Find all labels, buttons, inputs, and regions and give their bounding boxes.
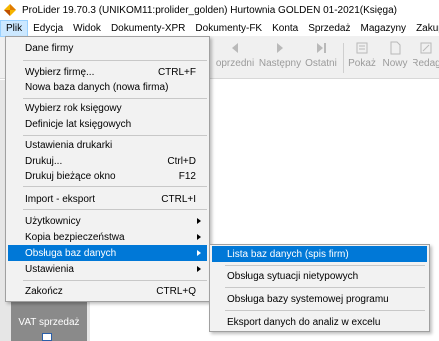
menu-item-wybierz-firme[interactable]: Wybierz firmę... CTRL+F	[8, 64, 207, 80]
submenu-arrow-icon	[197, 218, 201, 224]
menu-separator	[225, 310, 425, 311]
menu-item-label: Kopia bezpieczeństwa	[25, 231, 125, 243]
menu-item-obsluga-baz[interactable]: Obsługa baz danych	[8, 245, 207, 261]
next-label: Następny	[258, 58, 302, 69]
menu-item-ustawienia[interactable]: Ustawienia	[8, 261, 207, 277]
window-title: ProLider 19.70.3 (UNIKOM11:prolider_gold…	[22, 4, 397, 16]
menu-item-dane-firmy[interactable]: Dane firmy	[8, 40, 207, 56]
previous-button[interactable]: oprzedni	[210, 41, 260, 75]
menu-dokumenty-xpr[interactable]: Dokumenty-XPR	[106, 20, 190, 37]
menu-bar: Plik Edycja Widok Dokumenty-XPR Dokument…	[0, 19, 439, 37]
obsluga-baz-submenu: Lista baz danych (spis firm) Obsługa syt…	[209, 244, 430, 332]
last-icon	[317, 43, 326, 53]
menu-separator	[23, 98, 207, 99]
menu-item-label: Drukuj bieżące okno	[25, 170, 116, 182]
last-label: Ostatni	[305, 58, 337, 69]
next-icon	[277, 43, 283, 53]
menu-item-label: Ustawienia drukarki	[25, 139, 113, 151]
menu-item-label: Drukuj...	[25, 155, 63, 167]
menu-dokumenty-fk[interactable]: Dokumenty-FK	[190, 20, 267, 37]
toolbar-separator	[343, 43, 344, 73]
submenu-arrow-icon	[197, 266, 201, 272]
menu-separator	[23, 209, 207, 210]
submenu-item-label: Lista baz danych (spis firm)	[227, 248, 349, 260]
menu-item-label: Użytkownicy	[25, 215, 81, 227]
menu-separator	[225, 287, 425, 288]
new-button[interactable]: Nowy	[380, 41, 410, 75]
submenu-item-label: Obsługa bazy systemowej programu	[227, 293, 389, 305]
menu-item-import-eksport[interactable]: Import - eksport CTRL+I	[8, 191, 207, 207]
menu-zakupy[interactable]: Zakupy	[411, 20, 439, 37]
menu-item-definicje-lat[interactable]: Definicje lat księgowych	[8, 116, 207, 132]
menu-item-drukuj[interactable]: Drukuj... Ctrl+D	[8, 153, 207, 169]
menu-item-label: Nowa baza danych (nowa firma)	[25, 81, 169, 93]
submenu-arrow-icon	[197, 234, 201, 240]
menu-item-shortcut: Ctrl+D	[167, 155, 196, 167]
menu-item-shortcut: CTRL+I	[161, 193, 196, 205]
menu-item-kopia-bezpieczenstwa[interactable]: Kopia bezpieczeństwa	[8, 229, 207, 245]
menu-item-label: Ustawienia	[25, 263, 74, 275]
menu-item-nowa-baza[interactable]: Nowa baza danych (nowa firma)	[8, 79, 207, 95]
previous-label: oprzedni	[215, 58, 255, 69]
menu-item-label: Wybierz rok księgowy	[25, 102, 122, 114]
menu-item-ustawienia-drukarki[interactable]: Ustawienia drukarki	[8, 137, 207, 153]
submenu-item-label: Obsługa sytuacji nietypowych	[227, 270, 359, 282]
menu-edycja[interactable]: Edycja	[28, 20, 68, 37]
menu-separator	[23, 280, 207, 281]
edit-icon	[420, 42, 432, 54]
menu-konta[interactable]: Konta	[267, 20, 303, 37]
submenu-item-eksport-excel[interactable]: Eksport danych do analiz w excelu	[212, 314, 427, 330]
menu-item-shortcut: CTRL+F	[157, 66, 196, 78]
menu-item-label: Definicje lat księgowych	[25, 118, 132, 130]
menu-item-shortcut: CTRL+Q	[156, 285, 196, 297]
submenu-arrow-icon	[197, 250, 201, 256]
submenu-item-baza-systemowa[interactable]: Obsługa bazy systemowej programu	[212, 291, 427, 307]
menu-separator	[23, 186, 207, 187]
menu-separator	[23, 135, 207, 136]
menu-widok[interactable]: Widok	[68, 20, 106, 37]
menu-item-label: Obsługa baz danych	[25, 247, 117, 259]
menu-item-zakoncz[interactable]: Zakończ CTRL+Q	[8, 283, 207, 299]
menu-item-wybierz-rok[interactable]: Wybierz rok księgowy	[8, 100, 207, 116]
submenu-item-label: Eksport danych do analiz w excelu	[227, 316, 381, 328]
new-label: Nowy	[382, 58, 408, 69]
plik-menu-dropdown: Dane firmy Wybierz firmę... CTRL+F Nowa …	[5, 36, 210, 302]
menu-item-label: Wybierz firmę...	[25, 66, 95, 78]
edit-button[interactable]: Redag	[413, 41, 439, 75]
menu-sprzedaz[interactable]: Sprzedaż	[303, 20, 355, 37]
next-button[interactable]: Następny	[258, 41, 302, 75]
document-icon	[42, 333, 52, 341]
app-logo-icon	[4, 4, 16, 16]
menu-magazyny[interactable]: Magazyny	[355, 20, 411, 37]
last-button[interactable]: Ostatni	[304, 41, 338, 75]
menu-item-drukuj-biezace[interactable]: Drukuj bieżące okno F12	[8, 168, 207, 184]
previous-icon	[232, 43, 238, 53]
menu-item-label: Import - eksport	[25, 193, 96, 205]
menu-separator	[225, 265, 425, 266]
show-button[interactable]: Pokaż	[347, 41, 377, 75]
menu-item-shortcut: F12	[178, 170, 196, 182]
menu-item-label: Zakończ	[25, 285, 63, 297]
new-icon	[390, 41, 401, 55]
show-label: Pokaż	[348, 58, 376, 69]
submenu-item-lista-baz[interactable]: Lista baz danych (spis firm)	[212, 246, 427, 262]
title-bar: ProLider 19.70.3 (UNIKOM11:prolider_gold…	[0, 0, 439, 20]
menu-separator	[23, 60, 207, 61]
submenu-item-sytuacje-nietypowe[interactable]: Obsługa sytuacji nietypowych	[212, 268, 427, 284]
menu-plik[interactable]: Plik	[0, 19, 29, 37]
menu-item-uzytkownicy[interactable]: Użytkownicy	[8, 213, 207, 229]
edit-label: Redag	[413, 58, 439, 69]
show-icon	[356, 42, 368, 54]
menu-item-label: Dane firmy	[25, 42, 74, 54]
